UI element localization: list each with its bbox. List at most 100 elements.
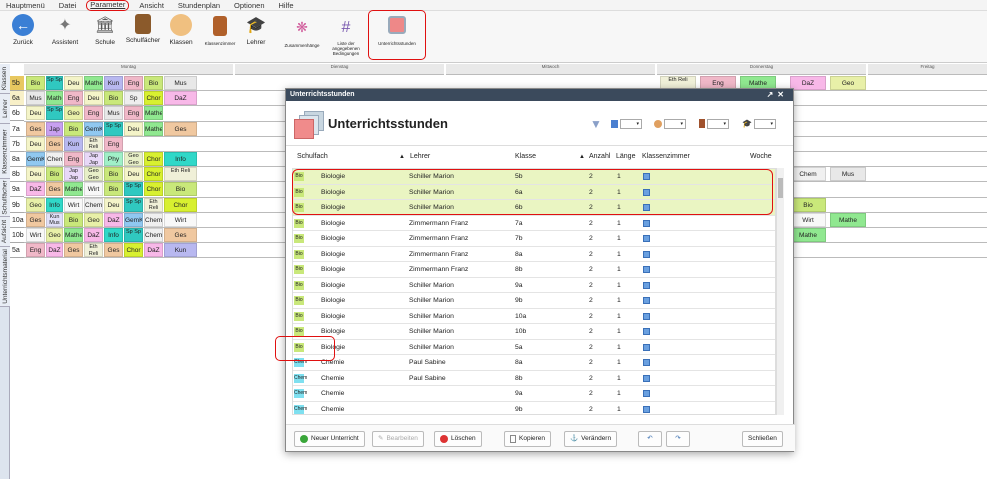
timetable-cell[interactable]: Mathe bbox=[46, 91, 63, 106]
timetable-cell[interactable]: Mus bbox=[26, 91, 45, 106]
timetable-cell[interactable]: DaZ bbox=[790, 76, 826, 90]
timetable-cell[interactable]: Ges bbox=[26, 121, 45, 136]
timetable-cell[interactable]: Deu bbox=[124, 167, 143, 182]
timetable-cell[interactable]: Bio bbox=[144, 76, 163, 90]
timetable-cell[interactable]: Bio bbox=[104, 182, 123, 197]
rooms-button[interactable]: Klassenzimmer bbox=[200, 16, 240, 46]
timetable-cell[interactable]: Mus bbox=[104, 106, 123, 121]
scrollbar-thumb[interactable] bbox=[778, 178, 783, 198]
side-tab-subjects[interactable]: Schulfächer bbox=[0, 179, 10, 217]
timetable-cell[interactable]: Ges bbox=[46, 182, 63, 197]
timetable-cell[interactable]: Chor bbox=[144, 152, 163, 166]
row-label-6b[interactable]: 6b bbox=[10, 106, 24, 122]
timetable-cell[interactable]: Mathe bbox=[790, 228, 826, 242]
timetable-cell[interactable]: Eth Reli bbox=[164, 167, 197, 182]
timetable-cell[interactable]: Chem bbox=[790, 167, 826, 182]
table-row[interactable]: Chem Chemie 9a 2 1 bbox=[293, 386, 775, 402]
timetable-cell[interactable]: Chem bbox=[46, 152, 63, 166]
col-week[interactable]: Woche bbox=[750, 153, 772, 160]
timetable-cell[interactable]: Eng bbox=[104, 136, 123, 151]
timetable-cell[interactable]: Jap bbox=[46, 121, 63, 136]
timetable-cell[interactable]: Geo Geo bbox=[84, 167, 103, 182]
timetable-cell[interactable]: Info bbox=[46, 197, 63, 212]
timetable-cell[interactable]: Eng bbox=[64, 152, 83, 166]
row-label-5b[interactable]: 5b bbox=[10, 76, 24, 91]
timetable-cell[interactable]: Eng bbox=[26, 243, 45, 258]
timetable-cell[interactable]: Chor bbox=[124, 243, 143, 258]
timetable-cell[interactable]: Ges bbox=[164, 228, 197, 242]
timetable-cell[interactable]: Jap Jap bbox=[84, 152, 103, 166]
side-tab-classes[interactable]: Klassen bbox=[0, 64, 10, 94]
timetable-cell[interactable]: Sp Sp bbox=[46, 106, 63, 121]
timetable-cell[interactable]: Sp Sp bbox=[46, 76, 63, 90]
table-scrollbar[interactable] bbox=[776, 168, 784, 415]
side-tab-rooms[interactable]: Klassenzimmer bbox=[0, 124, 10, 179]
timetable-cell[interactable]: Bio bbox=[104, 167, 123, 182]
timetable-cell[interactable]: Bio bbox=[46, 167, 63, 182]
assistant-button[interactable]: ✦ Assistent bbox=[50, 14, 80, 46]
timetable-cell[interactable]: Mathe bbox=[84, 76, 103, 90]
filter-icon[interactable]: ▼ bbox=[590, 117, 602, 131]
timetable-cell[interactable]: Deu bbox=[64, 76, 83, 90]
teacher-filter[interactable]: 🎓 ▾ bbox=[742, 118, 776, 129]
timetable-cell[interactable]: Bio bbox=[64, 121, 83, 136]
menu-hilfe[interactable]: Hilfe bbox=[279, 0, 294, 10]
timetable-cell[interactable]: Ges bbox=[64, 243, 83, 258]
table-row[interactable]: Chem Chemie 9b 2 1 bbox=[293, 402, 775, 415]
menu-datei[interactable]: Datei bbox=[59, 0, 77, 10]
row-label-9b[interactable]: 9b bbox=[10, 198, 24, 213]
table-row[interactable]: Bio Biologie Schiller Marion 10a 2 1 bbox=[293, 309, 775, 324]
timetable-cell[interactable]: Bio bbox=[104, 91, 123, 106]
timetable-cell[interactable]: Chor bbox=[144, 91, 163, 106]
timetable-cell[interactable]: Mathe bbox=[64, 182, 83, 197]
expand-icon[interactable]: ↗ bbox=[767, 90, 778, 99]
school-button[interactable]: 🏛 Schule bbox=[90, 14, 120, 46]
timetable-cell[interactable]: Eng bbox=[84, 106, 103, 121]
timetable-cell[interactable]: Chem bbox=[144, 212, 163, 227]
timetable-cell[interactable]: Mathe bbox=[144, 121, 163, 136]
timetable-cell[interactable]: Eng bbox=[64, 91, 83, 106]
timetable-cell[interactable]: Deu bbox=[124, 121, 143, 136]
table-row[interactable]: Bio Biologie Schiller Marion 9a 2 1 bbox=[293, 278, 775, 293]
menu-optionen[interactable]: Optionen bbox=[234, 0, 264, 10]
back-button[interactable]: ← Zurück bbox=[8, 14, 38, 46]
class-filter-select[interactable]: ▾ bbox=[664, 118, 686, 129]
timetable-cell[interactable]: Deu bbox=[84, 91, 103, 106]
timetable-cell[interactable]: Ges bbox=[104, 243, 123, 258]
teachers-button[interactable]: 🎓 Lehrer bbox=[242, 14, 270, 46]
timetable-cell[interactable]: Info bbox=[164, 152, 197, 166]
timetable-cell[interactable]: Wirt bbox=[84, 182, 103, 197]
relations-button[interactable]: ❋ Zusammenhänge bbox=[282, 16, 322, 49]
table-row[interactable]: Bio Biologie Schiller Marion 10b 2 1 bbox=[293, 324, 775, 340]
timetable-cell[interactable]: DaZ bbox=[46, 243, 63, 258]
row-label-10b[interactable]: 10b bbox=[10, 228, 24, 243]
timetable-cell[interactable]: Mathe bbox=[64, 228, 83, 242]
subject-filter-select[interactable]: ▾ bbox=[620, 118, 642, 129]
class-filter[interactable]: ▾ bbox=[654, 118, 686, 129]
side-tab-teachers[interactable]: Lehrer bbox=[0, 94, 10, 124]
timetable-cell[interactable]: DaZ bbox=[164, 91, 197, 106]
room-filter-select[interactable]: ▾ bbox=[707, 118, 729, 129]
col-subject[interactable]: Schulfach bbox=[297, 153, 328, 160]
timetable-cell[interactable]: Jap Jap bbox=[64, 167, 83, 182]
redo-button[interactable]: ↷ bbox=[666, 431, 690, 447]
timetable-cell[interactable]: Kun Mus bbox=[46, 212, 63, 227]
col-room[interactable]: Klassenzimmer bbox=[642, 153, 690, 160]
timetable-cell[interactable]: Sp Sp bbox=[124, 182, 143, 197]
timetable-cell[interactable]: Ges bbox=[164, 121, 197, 136]
col-teacher[interactable]: Lehrer bbox=[410, 153, 430, 160]
row-label-7a[interactable]: 7a bbox=[10, 122, 24, 137]
room-filter[interactable]: ▾ bbox=[699, 118, 729, 129]
row-label-10a[interactable]: 10a bbox=[10, 213, 24, 228]
timetable-cell[interactable]: Geo bbox=[64, 106, 83, 121]
timetable-cell[interactable]: Wirt bbox=[164, 212, 197, 227]
table-row[interactable]: Bio Biologie Schiller Marion 9b 2 1 bbox=[293, 293, 775, 309]
timetable-cell[interactable]: Ges bbox=[46, 136, 63, 151]
timetable-cell[interactable]: Eng bbox=[124, 76, 143, 90]
row-label-7b[interactable]: 7b bbox=[10, 137, 24, 152]
timetable-cell[interactable]: Phy bbox=[104, 152, 123, 166]
table-row[interactable]: Chem Chemie Paul Sabine 8b 2 1 bbox=[293, 371, 775, 386]
timetable-cell[interactable]: Eth Reli bbox=[84, 243, 103, 258]
timetable-cell[interactable]: Kun bbox=[104, 76, 123, 90]
timetable-cell[interactable]: Bio bbox=[64, 212, 83, 227]
